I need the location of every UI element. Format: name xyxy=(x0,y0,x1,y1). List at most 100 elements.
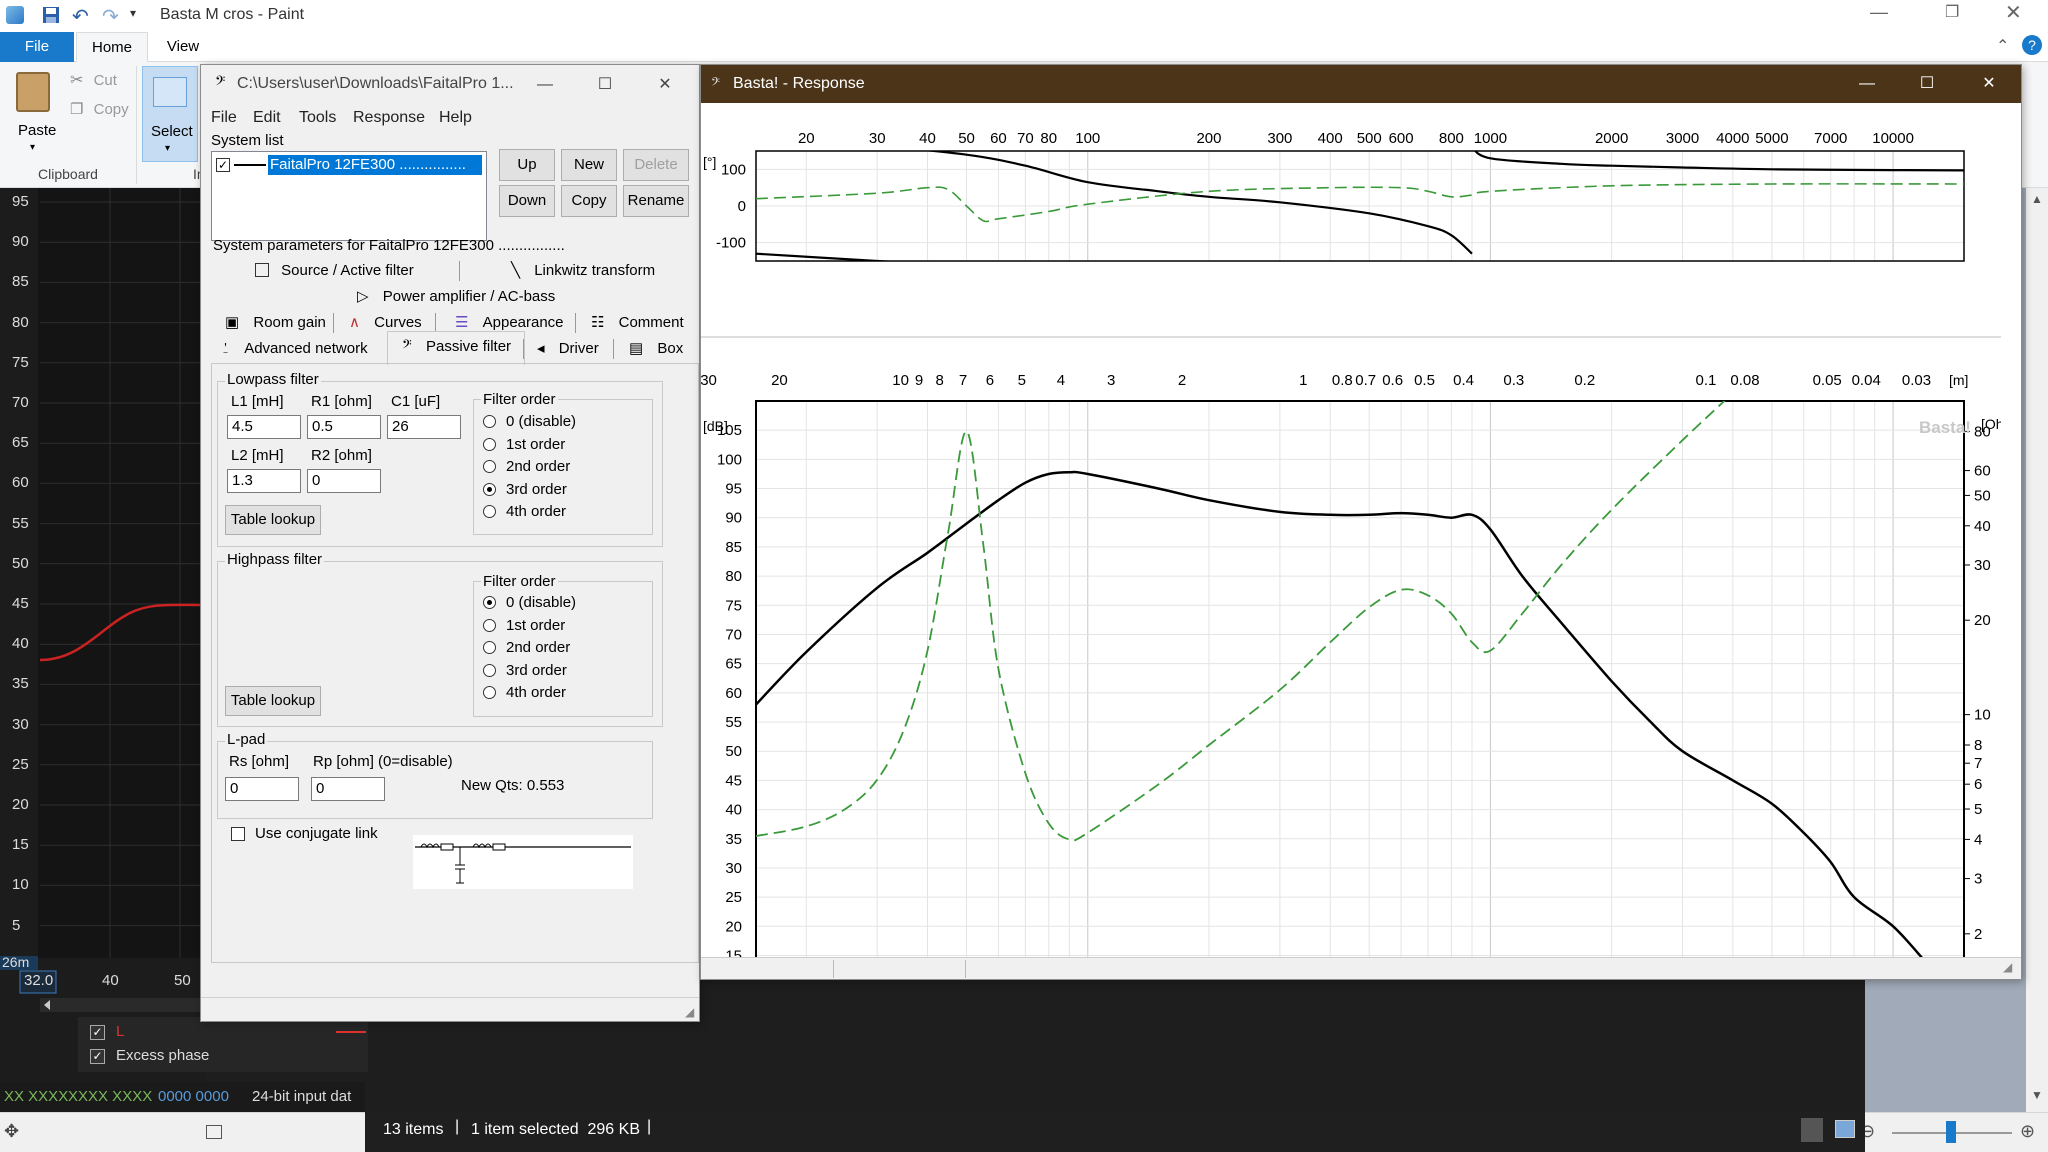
highpass-order-option[interactable]: 1st order xyxy=(483,616,565,636)
tab-room-gain[interactable]: ▣ Room gain xyxy=(225,311,326,335)
vertical-scrollbar[interactable]: ▲ ▼ xyxy=(2026,188,2048,1112)
lowpass-order-option[interactable]: 0 (disable) xyxy=(483,412,576,432)
tab-comment[interactable]: ☷ Comment xyxy=(591,311,684,335)
lowpass-order-option[interactable]: 1st order xyxy=(483,435,565,455)
tab-power-amplifier[interactable]: ▷ Power amplifier / AC-bass xyxy=(357,285,555,309)
close-button[interactable]: ✕ xyxy=(635,65,695,105)
zoom-in-icon[interactable]: ⊕ xyxy=(2020,1121,2035,1142)
menu-response[interactable]: Response xyxy=(353,105,425,131)
select-button[interactable]: Select ▾ xyxy=(142,66,198,162)
close-button[interactable]: ✕ xyxy=(2005,0,2022,25)
menu-file[interactable]: File xyxy=(211,105,237,131)
highpass-table-lookup-button[interactable]: Table lookup xyxy=(225,686,321,716)
rew-x-tick[interactable]: 32.0 xyxy=(24,972,53,989)
delete-button[interactable]: Delete xyxy=(623,149,689,181)
rew-y-tick: 10 xyxy=(12,876,29,894)
radio-button[interactable] xyxy=(483,663,496,677)
menu-help[interactable]: Help xyxy=(439,105,472,131)
tab-view[interactable]: View xyxy=(150,32,216,62)
rename-button[interactable]: Rename xyxy=(623,185,689,217)
tab-source-active-filter[interactable]: Source / Active filter xyxy=(255,259,414,283)
wavelength-tick: 0.3 xyxy=(1503,372,1524,389)
radio-button[interactable] xyxy=(483,505,496,518)
scroll-up-icon[interactable]: ▲ xyxy=(2031,192,2043,206)
minimize-button[interactable]: — xyxy=(1870,2,1888,23)
system-list[interactable]: ✓ FaitalPro 12FE300 ................ xyxy=(211,151,487,241)
radio-button[interactable] xyxy=(483,618,496,632)
db-tick: 55 xyxy=(725,714,742,731)
c1-input[interactable]: 26 xyxy=(387,415,461,439)
response-chart[interactable]: 2020303040405050606070708080100100200200… xyxy=(701,103,2021,979)
details-view-icon[interactable] xyxy=(1801,1118,1823,1142)
tab-box[interactable]: ▤ Box xyxy=(629,337,683,361)
minimize-button[interactable]: — xyxy=(515,65,575,105)
r2-input[interactable]: 0 xyxy=(307,469,381,493)
l2-input[interactable]: 1.3 xyxy=(227,469,301,493)
highpass-order-option[interactable]: 4th order xyxy=(483,683,566,703)
tab-home[interactable]: Home xyxy=(76,32,148,62)
scroll-down-icon[interactable]: ▼ xyxy=(2031,1088,2043,1102)
new-button[interactable]: New xyxy=(561,149,617,181)
tab-passive-filter-active[interactable]: 𝄢 Passive filter xyxy=(387,331,525,365)
menu-tools[interactable]: Tools xyxy=(299,105,336,131)
highpass-order-option[interactable]: 2nd order xyxy=(483,638,570,658)
tab-advanced-network[interactable]: ⍘ Advanced network xyxy=(221,337,368,361)
system-list-item[interactable]: ✓ FaitalPro 12FE300 ................ xyxy=(214,155,484,175)
down-button[interactable]: Down xyxy=(499,185,555,217)
highpass-order-option[interactable]: 0 (disable) xyxy=(483,593,576,613)
tab-linkwitz-transform[interactable]: ╲ Linkwitz transform xyxy=(511,259,655,283)
tab-file[interactable]: File xyxy=(0,32,74,62)
customize-toolbar-icon[interactable]: ▾ xyxy=(130,6,136,20)
radio-button[interactable] xyxy=(483,596,496,609)
minimize-button[interactable]: — xyxy=(1837,65,1897,103)
lowpass-order-option[interactable]: 3rd order xyxy=(483,480,567,500)
ohm-tick: 7 xyxy=(1974,755,1982,772)
highpass-order-label: Filter order xyxy=(481,573,558,590)
basta-main-window: 𝄢 C:\Users\user\Downloads\FaitalPro 1...… xyxy=(200,64,700,1022)
highpass-order-option[interactable]: 3rd order xyxy=(483,661,567,681)
r1-input[interactable]: 0.5 xyxy=(307,415,381,439)
rp-input[interactable]: 0 xyxy=(311,777,385,801)
radio-button[interactable] xyxy=(483,686,496,699)
radio-button[interactable] xyxy=(483,437,496,451)
rew-y-tick: 30 xyxy=(12,715,29,733)
copy-button[interactable]: ❐ Copy xyxy=(70,100,129,122)
rew-x-tick: 50 xyxy=(174,972,191,989)
phase-x-tick: 80 xyxy=(1040,130,1057,147)
up-button[interactable]: Up xyxy=(499,149,555,181)
radio-button[interactable] xyxy=(483,482,496,496)
maximize-button[interactable]: ☐ xyxy=(575,65,635,105)
maximize-button[interactable]: ☐ xyxy=(1897,65,1957,103)
collapse-ribbon-icon[interactable]: ⌃ xyxy=(1996,36,2009,56)
rs-input[interactable]: 0 xyxy=(225,777,299,801)
restore-button[interactable]: ❐ xyxy=(1945,2,1959,22)
cut-button[interactable]: ✂ Cut xyxy=(70,70,117,92)
thumbnail-view-icon[interactable] xyxy=(1835,1120,1855,1138)
response-window: 𝄢 Basta! - Response — ☐ ✕ 20203030404050… xyxy=(700,64,2022,980)
radio-button[interactable] xyxy=(483,460,496,473)
paste-button[interactable]: Paste ▾ xyxy=(8,68,60,162)
l1-input[interactable]: 4.5 xyxy=(227,415,301,439)
close-button[interactable]: ✕ xyxy=(1959,65,2019,103)
zoom-slider-thumb[interactable] xyxy=(1946,1121,1956,1143)
save-icon[interactable] xyxy=(42,6,60,24)
tab-label: Comment xyxy=(618,314,684,331)
wavelength-tick: 2 xyxy=(1178,372,1186,389)
lowpass-table-lookup-button[interactable]: Table lookup xyxy=(225,505,321,535)
menu-edit[interactable]: Edit xyxy=(253,105,281,131)
checkbox-excess-phase[interactable]: ✓ xyxy=(90,1049,105,1064)
system-checkbox[interactable]: ✓ xyxy=(216,158,230,172)
redo-icon[interactable]: ↷ xyxy=(102,4,119,29)
help-icon[interactable]: ? xyxy=(2022,35,2042,55)
checkbox-l[interactable]: ✓ xyxy=(90,1025,105,1040)
radio-button[interactable] xyxy=(483,415,496,428)
tab-driver[interactable]: ◂ Driver xyxy=(537,337,599,361)
lowpass-order-option[interactable]: 4th order xyxy=(483,502,566,522)
lowpass-order-option[interactable]: 2nd order xyxy=(483,457,570,477)
undo-icon[interactable]: ↶ xyxy=(72,4,89,29)
resize-grip-icon[interactable]: ◢ xyxy=(2003,960,2012,974)
resize-grip-icon[interactable]: ◢ xyxy=(685,1005,694,1019)
conjugate-checkbox[interactable] xyxy=(231,827,245,841)
copy-button[interactable]: Copy xyxy=(561,185,617,217)
radio-button[interactable] xyxy=(483,641,496,654)
